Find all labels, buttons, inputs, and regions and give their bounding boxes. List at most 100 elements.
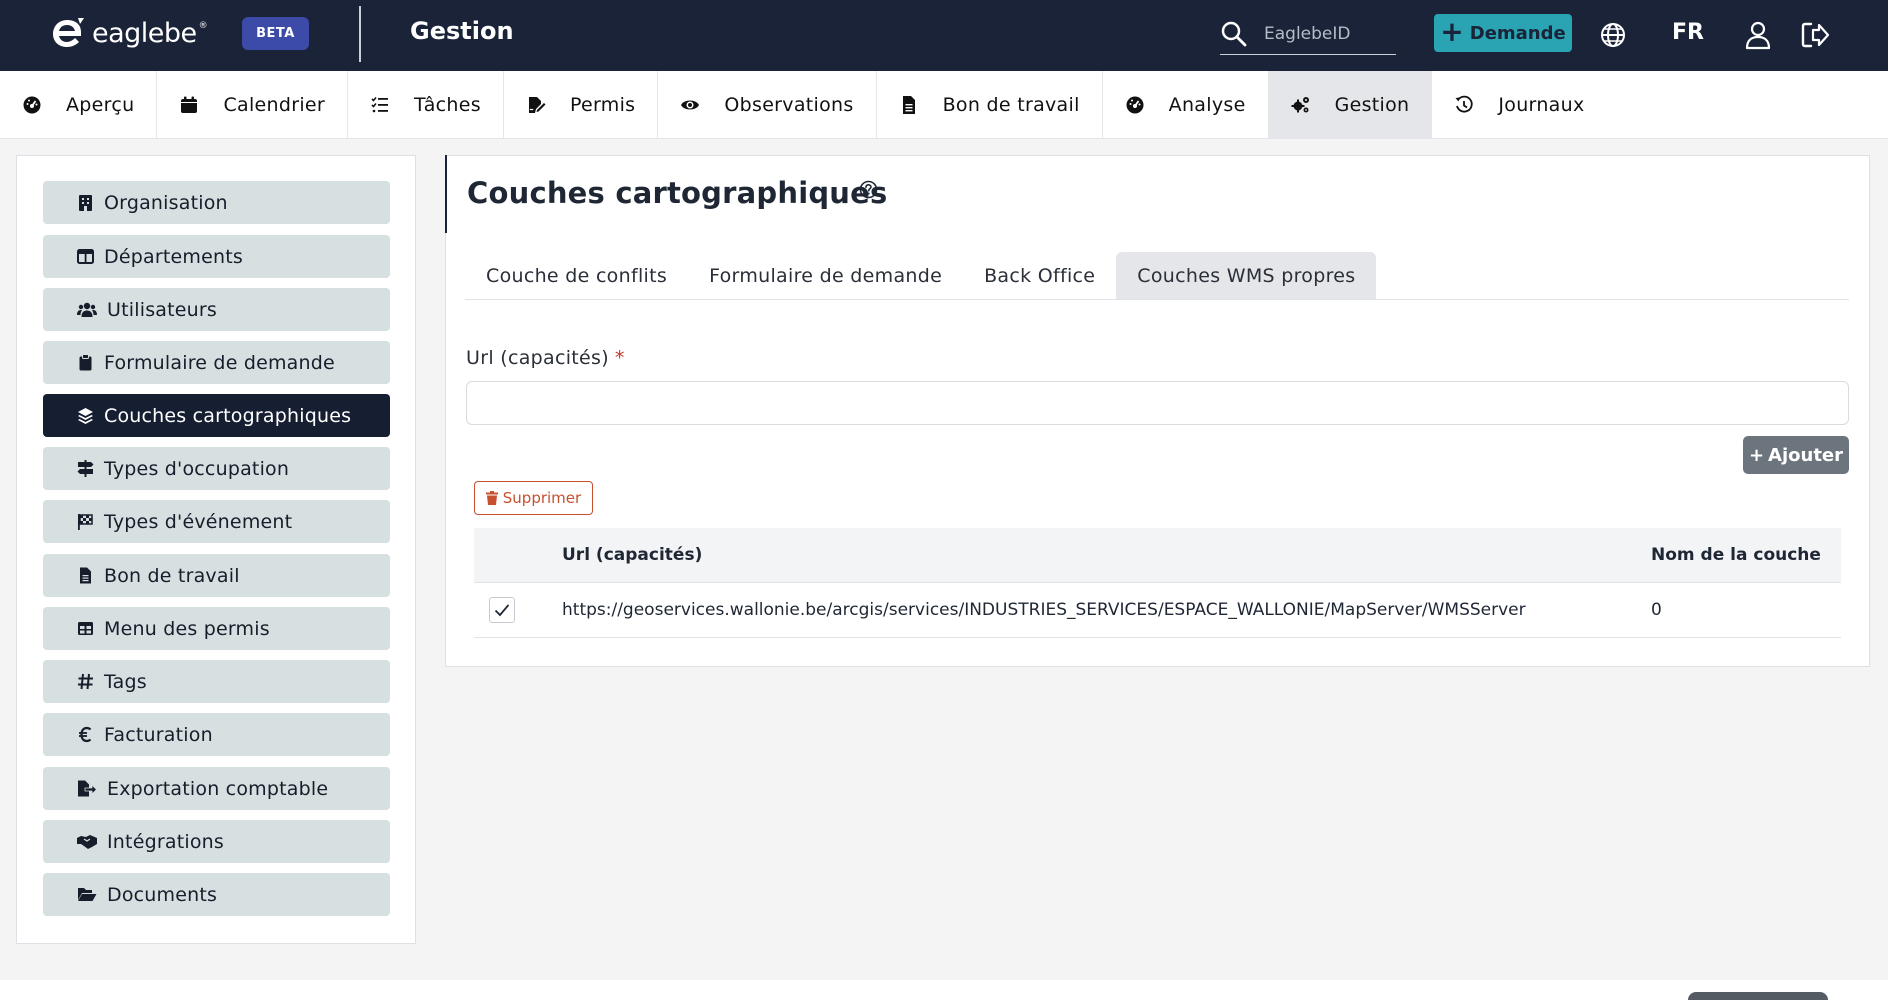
tab-apercu[interactable]: Aperçu	[0, 71, 158, 139]
title-accent-bar	[445, 155, 447, 233]
sidebar-item-exportation-comptable[interactable]: Exportation comptable	[43, 767, 390, 810]
url-capacites-input[interactable]	[466, 381, 1849, 425]
table-row[interactable]: https://geoservices.wallonie.be/arcgis/s…	[474, 583, 1841, 638]
tab-bon-de-travail[interactable]: Bon de travail	[877, 71, 1103, 139]
file-icon	[902, 96, 915, 114]
sidebar-item-couches-cartographiques[interactable]: Couches cartographiques	[43, 394, 390, 437]
eye-icon	[681, 100, 700, 110]
demande-label: Demande	[1469, 22, 1566, 44]
tab-label: Gestion	[1334, 94, 1410, 116]
footer-bar	[0, 980, 1888, 1000]
sidebar-item-bon-de-travail[interactable]: Bon de travail	[43, 554, 390, 597]
sidebar-item-tags[interactable]: Tags	[43, 660, 390, 703]
new-demande-button[interactable]: + Demande	[1434, 14, 1572, 52]
header-url[interactable]: Url (capacités)	[562, 545, 1651, 565]
plus-icon: +	[1440, 14, 1464, 48]
handshake-icon	[77, 835, 97, 849]
tab-label: Analyse	[1168, 94, 1246, 116]
tab-analyse[interactable]: Analyse	[1103, 71, 1269, 139]
sidebar-item-label: Types d'occupation	[104, 457, 290, 480]
signs-post-icon	[77, 460, 94, 477]
delete-label: Supprimer	[502, 489, 582, 507]
sidebar-item-label: Formulaire de demande	[104, 351, 335, 374]
plus-icon: +	[1748, 444, 1765, 466]
tab-label: Journaux	[1498, 94, 1585, 116]
logo[interactable]: eaglebe ®	[50, 16, 208, 50]
add-label: Ajouter	[1768, 444, 1844, 466]
page-title: Couches cartographiques	[467, 176, 888, 210]
sidebar-item-label: Utilisateurs	[107, 298, 218, 321]
row-select-cell	[474, 597, 562, 623]
file-icon	[80, 567, 91, 584]
trash-icon	[485, 491, 498, 505]
sidebar-item-label: Exportation comptable	[107, 777, 329, 800]
search-input[interactable]	[1264, 24, 1384, 44]
sidebar-item-label: Facturation	[104, 723, 213, 746]
sidebar-item-types-occupation[interactable]: Types d'occupation	[43, 447, 390, 490]
subtab-couche-de-conflits[interactable]: Couche de conflits	[465, 252, 688, 299]
delete-button[interactable]: Supprimer	[474, 481, 593, 515]
top-bar: eaglebe® BETA Gestion + Demande FR	[0, 0, 1888, 71]
calendar-icon	[181, 96, 198, 113]
tab-taches[interactable]: Tâches	[348, 71, 504, 139]
tab-label: Calendrier	[223, 94, 326, 116]
sidebar-item-label: Organisation	[104, 191, 228, 214]
tab-permis[interactable]: Permis	[504, 71, 659, 139]
add-layer-button[interactable]: + Ajouter	[1743, 436, 1849, 474]
sidebar-item-label: Documents	[107, 883, 218, 906]
history-icon	[1455, 95, 1473, 113]
required-marker: *	[614, 347, 625, 369]
tab-observations[interactable]: Observations	[658, 71, 877, 139]
logo-text: eaglebe	[92, 17, 197, 49]
table-header: Url (capacités) Nom de la couche	[474, 528, 1841, 583]
beta-badge: BETA	[242, 17, 309, 50]
subtab-formulaire-de-demande[interactable]: Formulaire de demande	[688, 252, 963, 299]
footer-button[interactable]	[1688, 992, 1828, 1000]
subtab-back-office[interactable]: Back Office	[963, 252, 1116, 299]
sidebar-item-label: Types d'événement	[104, 510, 293, 533]
subtab-couches-wms-propres[interactable]: Couches WMS propres	[1116, 252, 1377, 299]
user-icon[interactable]	[1744, 20, 1772, 50]
folder-open-icon	[78, 888, 97, 901]
tab-label: Tâches	[414, 94, 481, 116]
header-layer-name[interactable]: Nom de la couche	[1651, 545, 1841, 565]
search-box	[1220, 14, 1396, 55]
logout-icon[interactable]	[1800, 21, 1830, 49]
check-icon	[494, 604, 510, 617]
globe-icon[interactable]	[1600, 22, 1626, 48]
row-checkbox[interactable]	[489, 597, 515, 623]
tab-journaux[interactable]: Journaux	[1432, 71, 1606, 139]
table-icon	[78, 622, 93, 635]
sidebar-item-departements[interactable]: Départements	[43, 235, 390, 278]
euro-icon	[79, 726, 92, 743]
url-label-text: Url (capacités)	[466, 347, 609, 369]
tab-calendrier[interactable]: Calendrier	[157, 71, 349, 139]
search-icon[interactable]	[1220, 20, 1248, 48]
sidebar-item-types-evenement[interactable]: Types d'événement	[43, 500, 390, 543]
sidebar-item-label: Menu des permis	[104, 617, 270, 640]
building-icon	[79, 195, 92, 211]
help-icon[interactable]	[859, 180, 878, 199]
file-export-icon	[78, 780, 97, 797]
tab-label: Permis	[569, 94, 636, 116]
sidebar-item-integrations[interactable]: Intégrations	[43, 820, 390, 863]
app-title: Gestion	[410, 17, 514, 45]
sidebar-item-formulaire-de-demande[interactable]: Formulaire de demande	[43, 341, 390, 384]
main-nav: Aperçu Calendrier Tâches Permis Observat…	[0, 71, 1888, 139]
row-url: https://geoservices.wallonie.be/arcgis/s…	[562, 600, 1526, 620]
sidebar-item-documents[interactable]: Documents	[43, 873, 390, 916]
tab-gestion[interactable]: Gestion	[1268, 71, 1433, 139]
tab-label: Bon de travail	[942, 94, 1080, 116]
header-divider	[359, 6, 361, 62]
eaglebe-logo-icon	[53, 18, 84, 47]
language-selector[interactable]: FR	[1672, 20, 1704, 45]
sidebar-item-utilisateurs[interactable]: Utilisateurs	[43, 288, 390, 331]
tab-label: Aperçu	[66, 94, 135, 116]
settings-sidebar: Organisation Départements Utilisateurs F…	[16, 155, 416, 944]
sidebar-item-menu-des-permis[interactable]: Menu des permis	[43, 607, 390, 650]
file-signature-icon	[528, 97, 546, 113]
tab-label: Observations	[724, 94, 854, 116]
sidebar-item-facturation[interactable]: Facturation	[43, 713, 390, 756]
sidebar-item-organisation[interactable]: Organisation	[43, 181, 390, 224]
sidebar-item-label: Intégrations	[107, 830, 224, 853]
